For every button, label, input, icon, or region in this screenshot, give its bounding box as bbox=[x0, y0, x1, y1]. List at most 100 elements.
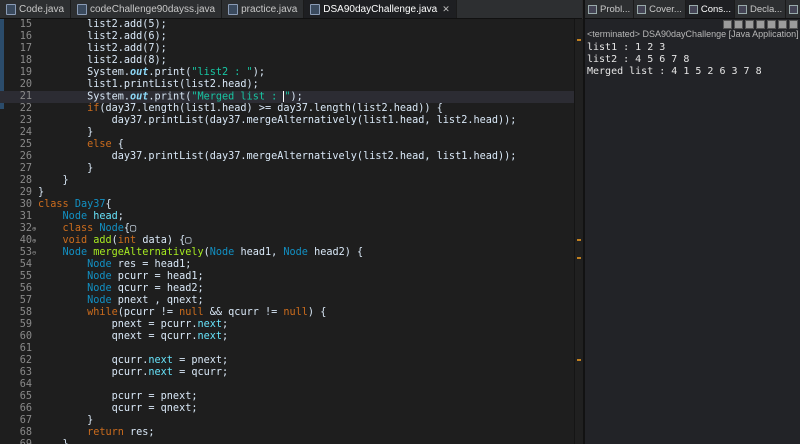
code-line[interactable]: 23 day37.printList(day37.mergeAlternativ… bbox=[0, 115, 574, 127]
editor-tab[interactable]: practice.java bbox=[222, 0, 305, 18]
overview-marker[interactable] bbox=[577, 239, 581, 241]
close-icon[interactable]: ✕ bbox=[442, 4, 450, 15]
code-token: } bbox=[38, 163, 94, 174]
code-line[interactable]: 54 Node res = head1; bbox=[0, 259, 574, 271]
code-text: pnext = pcurr.next; bbox=[38, 319, 229, 331]
code-line[interactable]: 56 Node qcurr = head2; bbox=[0, 283, 574, 295]
code-text: list2.add(7); bbox=[38, 43, 167, 55]
panel-tab[interactable]: Cons... bbox=[685, 0, 735, 18]
overview-marker[interactable] bbox=[577, 257, 581, 259]
code-line[interactable]: 29} bbox=[0, 187, 574, 199]
code-line[interactable]: 69 } bbox=[0, 439, 574, 444]
editor-overview-ruler[interactable] bbox=[574, 19, 583, 444]
code-line[interactable]: 30 class Day37{ bbox=[0, 199, 574, 211]
code-token: } bbox=[38, 415, 94, 426]
code-line[interactable]: 58 while(pcurr != null && qcurr != null)… bbox=[0, 307, 574, 319]
code-line[interactable]: 28 } bbox=[0, 175, 574, 187]
code-line[interactable]: 68 return res; bbox=[0, 427, 574, 439]
fold-toggle-icon[interactable]: ⊕ bbox=[32, 223, 37, 235]
panel-tab[interactable]: Probl... bbox=[585, 0, 635, 18]
java-file-icon bbox=[310, 3, 321, 15]
code-text: } bbox=[38, 439, 69, 444]
code-line[interactable]: 24 } bbox=[0, 127, 574, 139]
code-line[interactable]: 26 day37.printList(day37.mergeAlternativ… bbox=[0, 151, 574, 163]
code-line[interactable]: 17 list2.add(7); bbox=[0, 43, 574, 55]
line-number: 18 bbox=[19, 55, 32, 66]
code-editor[interactable]: 15 list2.add(5); 16 list2.add(6); 17 list2… bbox=[0, 19, 574, 444]
editor-tab[interactable]: codeChallenge90dayss.java bbox=[71, 0, 223, 18]
code-token: qcurr = qnext; bbox=[38, 403, 198, 414]
line-number: 30 bbox=[19, 199, 32, 210]
code-line[interactable]: 66 qcurr = qnext; bbox=[0, 403, 574, 415]
panel-tab[interactable]: Decla... bbox=[735, 0, 787, 18]
editor-tab[interactable]: DSA90dayChallenge.java ✕ bbox=[304, 0, 457, 18]
code-line[interactable]: 18 list2.add(8); bbox=[0, 55, 574, 67]
code-line[interactable]: 64 bbox=[0, 379, 574, 391]
panel-tab-label: Cons... bbox=[700, 3, 731, 15]
code-token: Node bbox=[62, 211, 88, 222]
overview-marker[interactable] bbox=[577, 359, 581, 361]
code-text: list2.add(5); bbox=[38, 19, 167, 31]
code-line[interactable]: 40 ⊕ void add(int data) {▢ bbox=[0, 235, 574, 247]
pin-console-icon[interactable] bbox=[767, 19, 776, 29]
console-output[interactable]: list1 : 1 2 3 list2 : 4 5 6 7 8 Merged lis… bbox=[585, 42, 800, 78]
view-icon bbox=[637, 4, 647, 14]
display-console-icon[interactable] bbox=[778, 19, 787, 29]
fold-toggle-icon[interactable]: ⊖ bbox=[32, 247, 37, 259]
panel-tab[interactable]: Cover... bbox=[634, 0, 686, 18]
code-text: pcurr = pnext; bbox=[38, 391, 198, 403]
view-icon bbox=[789, 4, 799, 14]
code-line[interactable]: 16 list2.add(6); bbox=[0, 31, 574, 43]
code-text: list1.printList(list2.head); bbox=[38, 79, 259, 91]
code-token: pcurr = pnext; bbox=[38, 391, 198, 402]
code-line[interactable]: 15 list2.add(5); bbox=[0, 19, 574, 31]
editor-tab[interactable]: Code.java bbox=[0, 0, 72, 18]
code-line[interactable]: 20 list1.printList(list2.head); bbox=[0, 79, 574, 91]
open-console-icon[interactable] bbox=[789, 19, 798, 29]
code-line[interactable]: 60 qnext = qcurr.next; bbox=[0, 331, 574, 343]
code-line[interactable]: 61 bbox=[0, 343, 574, 355]
code-line[interactable]: 27 } bbox=[0, 163, 574, 175]
code-text: list2.add(8); bbox=[38, 55, 167, 67]
remove-all-icon[interactable] bbox=[745, 19, 754, 29]
code-line[interactable]: 21 System.out.print("Merged list : "); bbox=[0, 91, 574, 103]
overview-marker[interactable] bbox=[577, 39, 581, 41]
scroll-lock-icon[interactable] bbox=[756, 19, 765, 29]
code-text: qcurr.next = pnext; bbox=[38, 355, 229, 367]
code-token: ) { bbox=[307, 307, 327, 318]
line-number: 69 bbox=[4, 439, 32, 444]
line-number: 68 bbox=[19, 427, 32, 438]
fold-toggle-icon[interactable]: ⊕ bbox=[32, 235, 37, 247]
code-line[interactable]: 67 } bbox=[0, 415, 574, 427]
code-token: void bbox=[62, 235, 88, 246]
code-token: list1.printList(list2.head); bbox=[38, 79, 259, 90]
view-icon bbox=[737, 4, 747, 14]
code-text: Node mergeAlternatively(Node head1, Node… bbox=[38, 247, 364, 259]
terminate-icon[interactable] bbox=[723, 19, 732, 29]
panel-tab[interactable]: Jav bbox=[786, 0, 800, 18]
line-number: 59 bbox=[19, 319, 32, 330]
code-text: qcurr = qnext; bbox=[38, 403, 198, 415]
code-line[interactable]: 19 System.out.print("list2 : "); bbox=[0, 67, 574, 79]
code-token: return bbox=[87, 427, 124, 438]
view-icon bbox=[688, 4, 698, 14]
code-line[interactable]: 62 qcurr.next = pnext; bbox=[0, 355, 574, 367]
remove-launch-icon[interactable] bbox=[734, 19, 743, 29]
code-line[interactable]: 22 if(day37.length(list1.head) >= day37.… bbox=[0, 103, 574, 115]
code-line[interactable]: 59 pnext = pcurr.next; bbox=[0, 319, 574, 331]
code-line[interactable]: 53 ⊖ Node mergeAlternatively(Node head1, … bbox=[0, 247, 574, 259]
code-line[interactable]: 55 Node pcurr = head1; bbox=[0, 271, 574, 283]
code-token: Node bbox=[99, 223, 124, 234]
code-line[interactable]: 57 Node pnext , qnext; bbox=[0, 295, 574, 307]
code-line[interactable]: 32 ⊕ class Node{▢ bbox=[0, 223, 574, 235]
line-number: 17 bbox=[19, 43, 32, 54]
java-file-icon bbox=[77, 3, 88, 15]
code-text: } bbox=[38, 127, 93, 139]
code-line[interactable]: 25 else { bbox=[0, 139, 574, 151]
code-line[interactable]: 63 pcurr.next = qcurr; bbox=[0, 367, 574, 379]
line-number: 32 bbox=[19, 223, 32, 234]
code-line[interactable]: 65 pcurr = pnext; bbox=[0, 391, 574, 403]
code-line[interactable]: 31 Node head; bbox=[0, 211, 574, 223]
code-token: "Merged list : bbox=[191, 91, 284, 103]
